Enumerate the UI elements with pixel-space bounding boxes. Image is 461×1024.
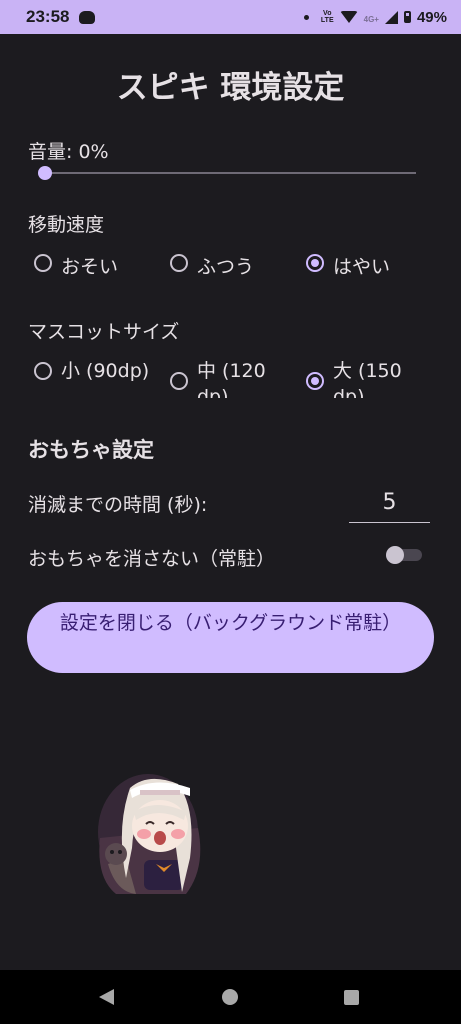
radio-icon <box>34 254 52 272</box>
notification-dot-icon <box>303 14 309 20</box>
status-icons: Vo LTE 4G+ 49% <box>303 8 447 26</box>
speed-label: 移動速度 <box>28 214 105 236</box>
radio-icon <box>34 362 52 380</box>
wifi-icon <box>339 11 358 23</box>
close-settings-button[interactable]: 設定を閉じる（バックグラウンド常駐） <box>27 602 434 673</box>
battery-icon <box>403 11 411 23</box>
keep-toys-switch[interactable] <box>386 546 422 564</box>
vanish-time-label: 消滅までの時間 (秒): <box>28 494 208 516</box>
recents-icon[interactable] <box>344 990 359 1005</box>
radio-icon <box>170 372 188 390</box>
radio-icon <box>170 254 188 272</box>
keep-toys-label: おもちゃを消さない（常駐） <box>28 548 276 570</box>
page-title: スピキ 環境設定 <box>116 70 345 106</box>
radio-selected-icon <box>306 254 324 272</box>
size-option-label: 小 (90dp) <box>61 360 150 382</box>
mascot-size-radio-group: 小 (90dp) 中 (120dp) 大 (150dp) <box>0 358 461 398</box>
volume-slider[interactable] <box>38 166 416 180</box>
volume-slider-thumb[interactable] <box>38 166 52 180</box>
size-option-medium[interactable]: 中 (120dp) <box>170 358 270 398</box>
back-icon[interactable] <box>99 989 114 1005</box>
switch-thumb <box>386 546 404 564</box>
size-option-small[interactable]: 小 (90dp) <box>34 358 149 384</box>
toy-settings-title: おもちゃ設定 <box>28 438 154 462</box>
mascot-character-image[interactable] <box>86 768 216 898</box>
status-bar: 23:58 Vo LTE 4G+ 49% <box>0 0 461 34</box>
mascot-size-label: マスコットサイズ <box>28 321 180 343</box>
status-time: 23:58 <box>26 7 70 26</box>
speed-option-fast[interactable]: はやい <box>306 252 390 279</box>
volte-icon: Vo LTE <box>320 10 334 24</box>
battery-percent: 49% <box>416 8 447 26</box>
notification-app-icon <box>79 10 96 24</box>
radio-selected-icon <box>306 372 324 390</box>
vanish-time-input[interactable]: 5 <box>349 486 430 523</box>
speed-option-slow[interactable]: おそい <box>34 252 118 279</box>
size-option-large[interactable]: 大 (150dp) <box>306 358 416 398</box>
home-icon[interactable] <box>222 989 238 1005</box>
size-option-label: 大 (150dp) <box>333 360 402 398</box>
size-option-label: 中 (120dp) <box>197 360 266 398</box>
network-type-badge: 4G+ <box>363 14 379 24</box>
volume-label: 音量: 0% <box>28 141 109 163</box>
speed-option-label: おそい <box>61 256 119 278</box>
volume-slider-track <box>44 172 416 174</box>
cell-signal-icon <box>384 10 398 24</box>
speed-option-normal[interactable]: ふつう <box>170 252 254 279</box>
speed-option-label: はやい <box>333 256 391 278</box>
speed-option-label: ふつう <box>197 256 255 278</box>
